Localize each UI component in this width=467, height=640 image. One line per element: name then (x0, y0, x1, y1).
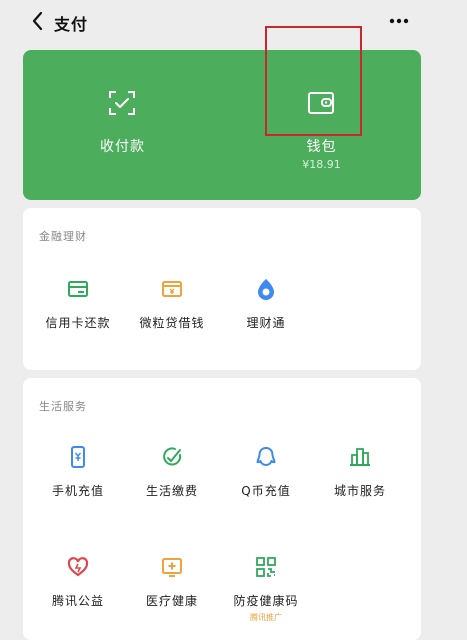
medical-health-label: 医疗健康 (145, 594, 198, 608)
scan-collect-icon (109, 91, 135, 115)
collect-pay-button[interactable]: 收付款 (23, 50, 222, 200)
life-services-panel: 生活服务 手机充值 生活缴费 Q币充值 城市服务 腾讯公益 医疗健康 防疫健康码… (23, 378, 421, 640)
health-code-tile[interactable]: 防疫健康码 腾讯推广 (219, 556, 313, 636)
credit-card-repay-label: 信用卡还款 (45, 316, 111, 330)
back-chevron-icon[interactable] (30, 10, 46, 32)
qq-coin-label: Q币充值 (241, 484, 291, 498)
credit-card-icon (68, 281, 88, 297)
qq-coin-icon (256, 447, 276, 466)
credit-card-repay-tile[interactable]: 信用卡还款 (31, 278, 125, 358)
health-code-label: 防疫健康码 (233, 594, 299, 608)
charity-heart-icon (67, 557, 89, 577)
loan-tile[interactable]: 微粒贷借钱 (125, 278, 219, 358)
more-options-icon[interactable] (389, 18, 409, 24)
wallet-balance: ¥18.91 (302, 158, 341, 171)
wealth-drop-icon (258, 279, 274, 300)
mobile-topup-tile[interactable]: 手机充值 (31, 446, 125, 526)
collect-pay-label: 收付款 (100, 139, 145, 155)
life-section-title: 生活服务 (39, 400, 87, 413)
loan-label: 微粒贷借钱 (139, 316, 205, 330)
finance-section-title: 金融理财 (39, 230, 87, 243)
payment-screen: 支付 收付款 钱包 ¥18.91 金融理财 信用卡还款 微粒贷借钱 理财通 生活… (20, 0, 425, 640)
wallet-label: 钱包 (306, 139, 337, 155)
city-service-tile[interactable]: 城市服务 (313, 446, 407, 526)
utility-bill-icon (163, 447, 182, 466)
finance-panel: 金融理财 信用卡还款 微粒贷借钱 理财通 (23, 208, 421, 370)
mobile-topup-label: 手机充值 (51, 484, 104, 498)
mobile-topup-icon (71, 446, 85, 468)
charity-tile[interactable]: 腾讯公益 (31, 556, 125, 636)
qq-coin-tile[interactable]: Q币充值 (219, 446, 313, 526)
wallet-highlight-box (265, 26, 362, 136)
medical-health-icon (162, 558, 182, 577)
page-title: 支付 (54, 15, 89, 34)
title-bar: 支付 (20, 0, 425, 44)
utility-bill-label: 生活缴费 (145, 484, 198, 498)
city-service-label: 城市服务 (333, 484, 386, 498)
city-service-icon (350, 448, 370, 466)
loan-wallet-icon (162, 281, 182, 297)
wealth-tile[interactable]: 理财通 (219, 278, 313, 358)
wealth-label: 理财通 (246, 316, 286, 330)
utility-bill-tile[interactable]: 生活缴费 (125, 446, 219, 526)
promo-tag: 腾讯推广 (250, 613, 282, 622)
health-code-icon (256, 557, 276, 577)
medical-health-tile[interactable]: 医疗健康 (125, 556, 219, 636)
charity-label: 腾讯公益 (51, 594, 104, 608)
